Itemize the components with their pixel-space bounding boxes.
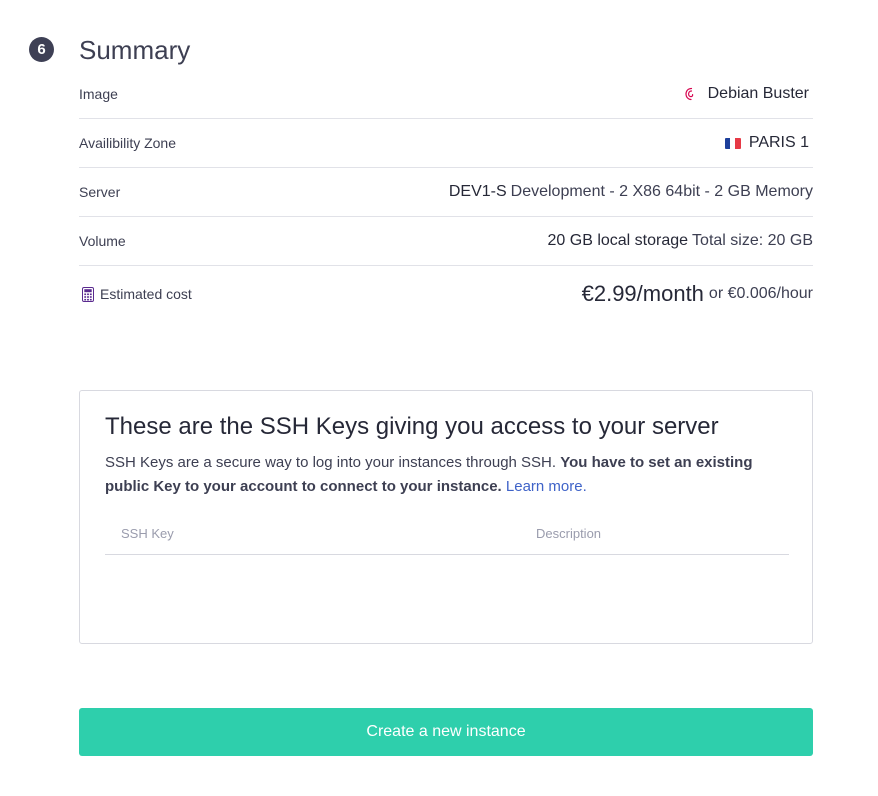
summary-table: Image Debian Buster Availibility Zone PA… (79, 70, 813, 322)
zone-value-wrap: PARIS 1 (724, 134, 813, 152)
france-flag-icon (724, 137, 741, 149)
summary-row-zone: Availibility Zone PARIS 1 (79, 119, 813, 168)
summary-title: Summary (79, 35, 191, 65)
server-label: Server (79, 184, 121, 200)
step-number: 6 (37, 41, 46, 58)
debian-icon (685, 87, 693, 101)
server-type: DEV1-S (448, 183, 507, 200)
price-hourly: or €0.006/hour (708, 285, 813, 302)
ssh-keys-title: These are the SSH Keys giving you access… (105, 413, 719, 440)
ssh-key-column-header: SSH Key (121, 526, 174, 541)
zone-label: Availibility Zone (79, 135, 177, 151)
server-value-wrap: DEV1-S Development - 2 X86 64bit - 2 GB … (449, 183, 813, 201)
volume-label: Volume (79, 233, 126, 249)
image-value: Debian Buster (707, 85, 809, 102)
volume-value-wrap: 20 GB local storage Total size: 20 GB (548, 232, 813, 250)
summary-row-image: Image Debian Buster (79, 70, 813, 119)
image-value-wrap: Debian Buster (684, 85, 813, 103)
ssh-keys-description: SSH Keys are a secure way to log into yo… (105, 451, 785, 499)
step-number-badge: 6 (29, 37, 54, 62)
volume-total: Total size: 20 GB (692, 232, 813, 249)
server-specs: Development - 2 X86 64bit - 2 GB Memory (510, 183, 813, 200)
description-column-header: Description (536, 526, 602, 541)
cost-value-wrap: €2.99/month or €0.006/hour (582, 281, 813, 307)
learn-more-link[interactable]: Learn more. (506, 478, 587, 495)
summary-row-cost: Estimated cost €2.99/month or €0.006/hou… (79, 266, 813, 322)
volume-storage: 20 GB local storage (547, 232, 689, 249)
create-instance-button[interactable]: Create a new instance (79, 708, 813, 756)
summary-row-volume: Volume 20 GB local storage Total size: 2… (79, 217, 813, 266)
price-monthly: €2.99/month (581, 281, 704, 306)
cost-label-wrap: Estimated cost (79, 286, 192, 302)
summary-row-server: Server DEV1-S Development - 2 X86 64bit … (79, 168, 813, 217)
ssh-keys-card: These are the SSH Keys giving you access… (79, 390, 813, 644)
calculator-icon (82, 286, 94, 302)
ssh-keys-table-header: SSH Key Description (105, 514, 789, 555)
ssh-desc-plain: SSH Keys are a secure way to log into yo… (105, 454, 557, 471)
zone-value: PARIS 1 (748, 134, 809, 151)
image-label: Image (79, 86, 118, 102)
cost-label: Estimated cost (100, 286, 192, 302)
